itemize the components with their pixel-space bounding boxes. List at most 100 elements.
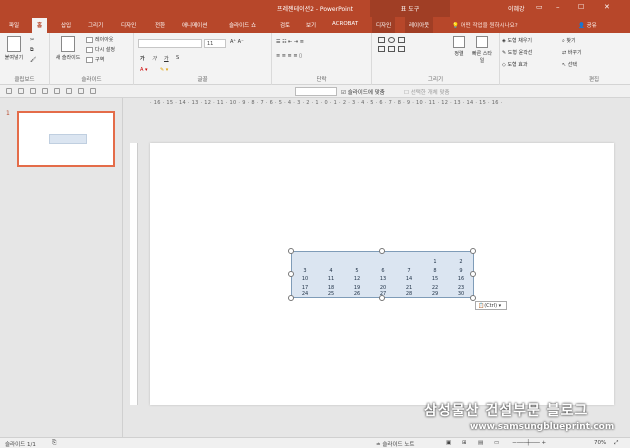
triangle-shape-icon[interactable] xyxy=(388,46,395,52)
table-cell[interactable]: 3 xyxy=(292,268,318,276)
fit-selected-checkbox[interactable]: ☐ 선택한 개체 맞춤 xyxy=(404,88,450,96)
redo-icon[interactable] xyxy=(18,88,24,94)
tab-transitions[interactable]: 전환 xyxy=(155,21,165,29)
table-cell[interactable]: 4 xyxy=(318,268,344,276)
section-button[interactable]: 구역 xyxy=(86,56,104,63)
table-cell[interactable]: 7 xyxy=(396,268,422,276)
table-cell[interactable]: 14 xyxy=(396,276,422,284)
paste-button[interactable]: 붙여넣기 xyxy=(3,36,25,61)
resize-handle[interactable] xyxy=(379,295,385,301)
table-cell[interactable]: 11 xyxy=(318,276,344,284)
highlight-icon[interactable]: ✎ ▾ xyxy=(160,67,168,73)
resize-handle[interactable] xyxy=(470,248,476,254)
strikethrough-button[interactable]: S xyxy=(176,55,179,61)
shapes-icon[interactable] xyxy=(66,88,72,94)
tab-table-layout[interactable]: 레이아웃 xyxy=(405,17,434,33)
share-button[interactable]: 👤 공유 xyxy=(578,21,597,29)
table-cell[interactable]: 8 xyxy=(422,268,448,276)
horizontal-ruler[interactable]: · 16 · 15 · 14 · 13 · 12 · 11 · 10 · 9 ·… xyxy=(150,100,615,109)
table-cell[interactable]: 24 xyxy=(292,291,318,299)
quick-styles-button[interactable]: 빠른 스타일 xyxy=(470,36,494,64)
table-cell[interactable]: 29 xyxy=(422,291,448,299)
select-button[interactable]: ↖ 선택 xyxy=(562,61,577,68)
rectangle-shape-icon[interactable] xyxy=(378,37,385,43)
notes-button[interactable]: ≐ 슬라이드 노트 xyxy=(376,440,414,448)
table-cell[interactable]: 25 xyxy=(318,291,344,299)
minimize-icon[interactable]: – xyxy=(556,3,560,11)
vertical-ruler[interactable] xyxy=(130,143,138,405)
arrange-button[interactable]: 정렬 xyxy=(450,36,468,57)
slide-sorter-icon[interactable]: ⊞ xyxy=(462,440,467,446)
arrow-shape-icon[interactable] xyxy=(398,46,405,52)
tab-animations[interactable]: 애니메이션 xyxy=(182,21,207,29)
underline-button[interactable]: 가 xyxy=(164,55,169,62)
reset-button[interactable]: 다시 설정 xyxy=(86,46,115,53)
calendar-table[interactable]: 1 2 3 4 5 6 7 8 9 10 11 12 13 14 15 16 1… xyxy=(291,251,474,298)
font-color-icon[interactable]: A ▾ xyxy=(140,67,148,73)
close-icon[interactable]: ✕ xyxy=(604,3,610,11)
tab-insert[interactable]: 삽입 xyxy=(61,21,71,29)
table-cell[interactable]: 13 xyxy=(370,276,396,284)
reading-view-icon[interactable]: ▤ xyxy=(478,440,483,446)
maximize-icon[interactable]: ☐ xyxy=(578,3,584,11)
user-name[interactable]: 이혜강 xyxy=(508,4,525,13)
resize-handle[interactable] xyxy=(379,248,385,254)
table-cell[interactable]: 12 xyxy=(344,276,370,284)
pen-tool-icon[interactable] xyxy=(30,88,36,94)
fit-window-icon[interactable]: ⤢ xyxy=(614,440,618,447)
tab-design[interactable]: 디자인 xyxy=(121,21,136,29)
table-cell[interactable]: 15 xyxy=(422,276,448,284)
tab-table-design[interactable]: 디자인 xyxy=(372,17,396,33)
table-cell[interactable]: 10 xyxy=(292,276,318,284)
bold-button[interactable]: 가 xyxy=(140,55,145,62)
bullets-icon[interactable]: ☰ ☷ ⇤ ⇥ ≡ xyxy=(276,39,304,45)
new-slide-button[interactable]: 새 슬라이드 xyxy=(53,36,83,61)
zoom-level[interactable]: 70% xyxy=(594,440,606,446)
zoom-slider[interactable]: −───┼─── + xyxy=(512,440,546,446)
shape-outline-button[interactable]: ✎ 도형 윤곽선 xyxy=(502,49,532,56)
shape-fill-button[interactable]: ◈ 도형 채우기 xyxy=(502,37,532,44)
slideshow-view-icon[interactable]: ▭ xyxy=(494,440,499,446)
table-cell[interactable]: 26 xyxy=(344,291,370,299)
layout-button[interactable]: 레이아웃 xyxy=(86,36,113,43)
resize-handle[interactable] xyxy=(288,248,294,254)
tell-me-search[interactable]: 💡 어떤 작업을 원하시나요? xyxy=(452,21,518,29)
zoom-combo[interactable] xyxy=(295,87,337,96)
line-shape-icon[interactable] xyxy=(378,46,385,52)
cut-icon[interactable]: ✂ xyxy=(30,37,34,43)
tab-home[interactable]: 홈 xyxy=(32,18,48,33)
tab-draw[interactable]: 그리기 xyxy=(88,21,103,29)
copy-icon[interactable]: ⧉ xyxy=(30,47,34,53)
arrow-icon[interactable] xyxy=(78,88,84,94)
tab-file[interactable]: 파일 xyxy=(9,21,19,29)
slide-thumbnail[interactable] xyxy=(17,111,115,167)
fit-slide-checkbox[interactable]: ☑ 슬라이드에 맞춤 xyxy=(341,88,385,96)
font-size-combo[interactable]: 11 xyxy=(204,39,226,48)
tab-slideshow[interactable]: 슬라이드 쇼 xyxy=(229,21,256,29)
resize-handle[interactable] xyxy=(288,271,294,277)
table-cell[interactable]: 16 xyxy=(448,276,474,284)
tab-acrobat[interactable]: ACROBAT xyxy=(332,21,358,27)
table-cell[interactable]: 28 xyxy=(396,291,422,299)
eraser-icon[interactable] xyxy=(42,88,48,94)
font-family-combo[interactable] xyxy=(138,39,202,48)
paste-options-button[interactable]: 📋(Ctrl) ▾ xyxy=(475,301,507,310)
shape-effects-button[interactable]: ◇ 도형 효과 xyxy=(502,61,527,68)
table-cell[interactable]: 1 xyxy=(422,259,448,267)
align-icon[interactable]: ≡ ≡ ≡ ≡ ▯ xyxy=(276,53,302,59)
tab-review[interactable]: 검토 xyxy=(280,21,290,29)
oval-shape-icon[interactable] xyxy=(388,37,395,43)
textbox-shape-icon[interactable] xyxy=(398,37,405,43)
grow-font-icon[interactable]: A⁺ A⁻ xyxy=(230,39,244,45)
table-cell[interactable]: 6 xyxy=(370,268,396,276)
group-icon[interactable] xyxy=(90,88,96,94)
find-button[interactable]: ⌕ 찾기 xyxy=(562,37,576,44)
italic-button[interactable]: 가 xyxy=(152,55,157,62)
lasso-icon[interactable] xyxy=(54,88,60,94)
undo-icon[interactable] xyxy=(6,88,12,94)
resize-handle[interactable] xyxy=(470,271,476,277)
replace-button[interactable]: ⇄ 바꾸기 xyxy=(562,49,582,56)
format-painter-icon[interactable]: 🖌 xyxy=(30,57,36,63)
tab-view[interactable]: 보기 xyxy=(306,21,316,29)
normal-view-icon[interactable]: ▣ xyxy=(446,440,451,446)
